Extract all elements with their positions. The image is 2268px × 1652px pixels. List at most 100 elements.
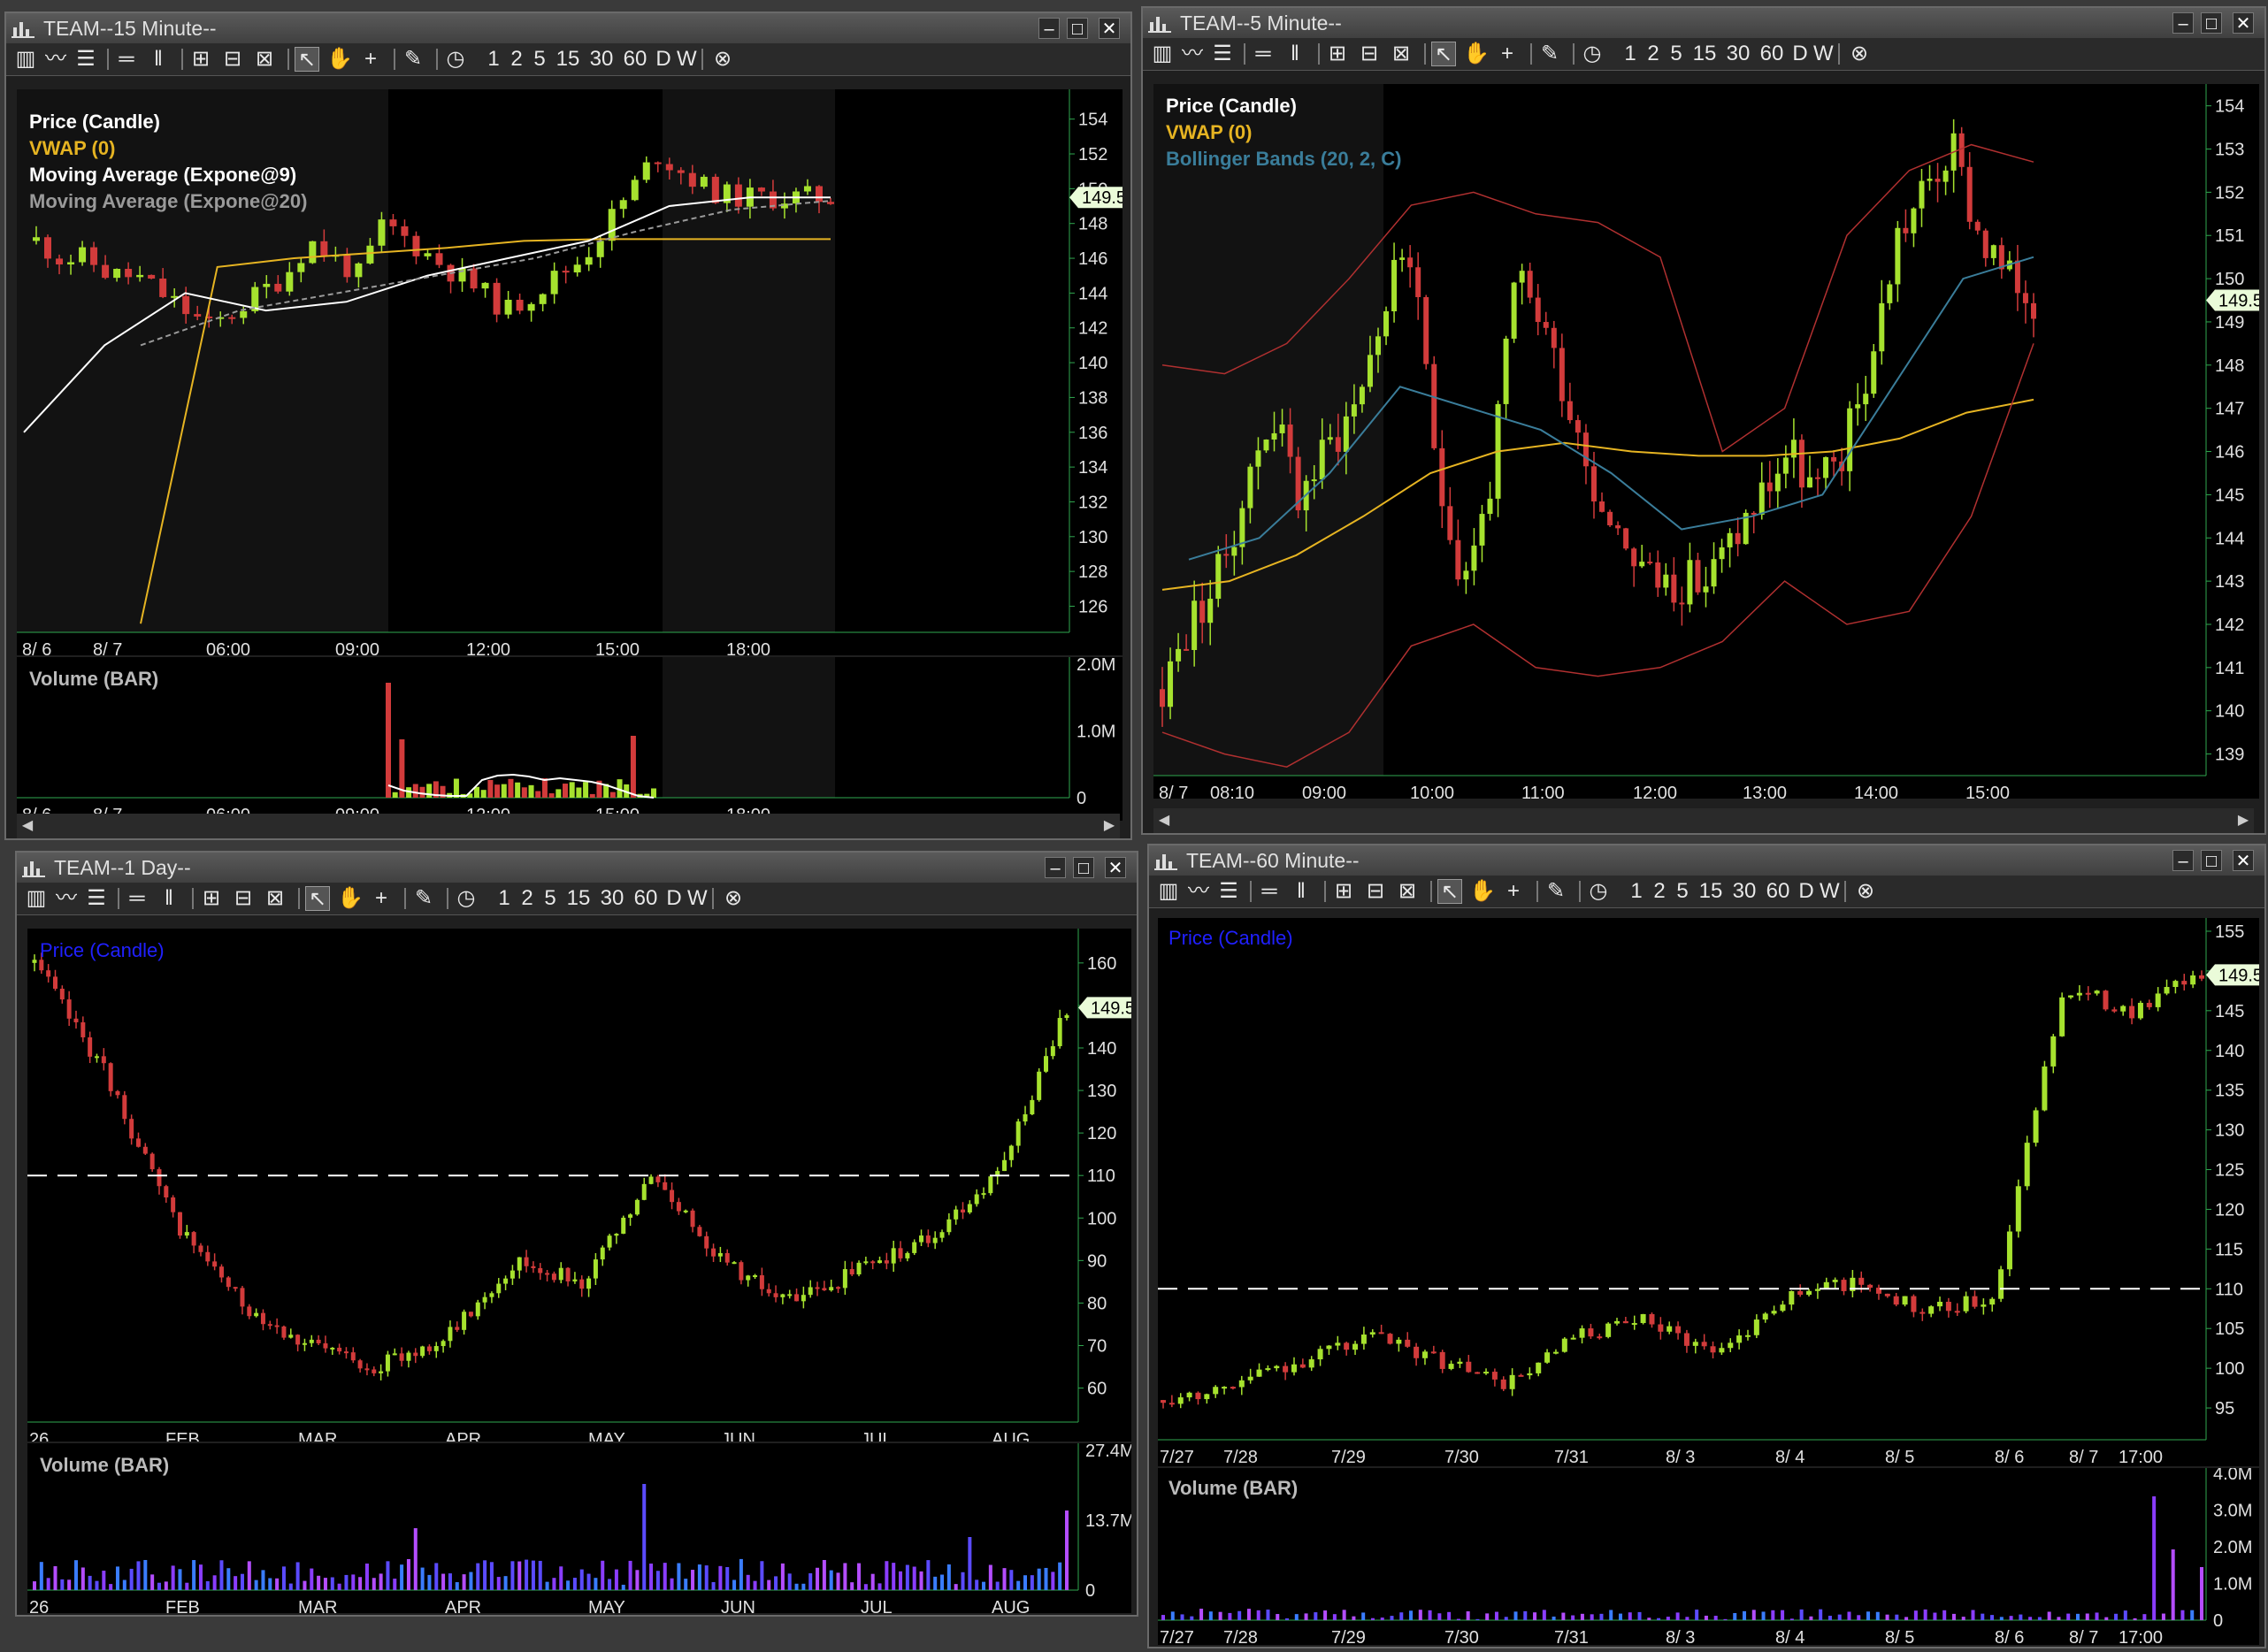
period-button-d[interactable]: D <box>1790 42 1810 66</box>
indicator-menu-icon[interactable]: ☰ <box>1216 879 1241 904</box>
maximize-button[interactable]: □ <box>2201 12 2222 34</box>
pointer-icon[interactable]: ↖ <box>1437 879 1462 904</box>
clear-icon[interactable]: ⊗ <box>721 886 746 911</box>
volume-chart[interactable]: 27.4M 13.7M 0 26 FEB MAR APR MAY JUN JUL AUG Volum… <box>27 1443 1131 1613</box>
indicator-menu-icon[interactable]: ☰ <box>84 886 109 911</box>
period-button-2[interactable]: 2 <box>1644 42 1663 66</box>
horizontal-line-icon[interactable]: ═ <box>1251 42 1276 66</box>
period-button-1[interactable]: 1 <box>494 886 514 911</box>
crosshair-icon[interactable]: + <box>1495 42 1520 66</box>
period-button-d[interactable]: D <box>1797 879 1816 904</box>
clear-icon[interactable]: ⊗ <box>1847 42 1872 66</box>
horizontal-scrollbar[interactable]: ◀ ▶ <box>1153 808 2254 833</box>
period-button-1[interactable]: 1 <box>484 47 503 72</box>
zoom-fit-icon[interactable]: ⊟ <box>220 47 245 72</box>
period-button-60[interactable]: 60 <box>631 886 661 911</box>
zoom-reset-icon[interactable]: ⊠ <box>252 47 277 72</box>
crosshair-icon[interactable]: + <box>1501 879 1526 904</box>
period-button-5[interactable]: 5 <box>1667 42 1686 66</box>
line-chart-icon[interactable]: 〰 <box>1186 879 1211 904</box>
line-chart-icon[interactable]: 〰 <box>1180 42 1205 66</box>
period-button-2[interactable]: 2 <box>1650 879 1669 904</box>
bar-chart-icon[interactable]: ▥ <box>1156 879 1181 904</box>
clock-icon[interactable]: ◷ <box>443 47 468 72</box>
price-chart[interactable]: 154 153 152 151 150 149 148 147 146 145 144 143 142 1… <box>1153 84 2259 799</box>
zoom-in-icon[interactable]: ⊞ <box>199 886 224 911</box>
period-button-60[interactable]: 60 <box>1757 42 1787 66</box>
period-button-15[interactable]: 15 <box>1696 879 1726 904</box>
indicator-menu-icon[interactable]: ☰ <box>1210 42 1235 66</box>
crosshair-icon[interactable]: + <box>369 886 394 911</box>
hand-icon[interactable]: ✋ <box>1463 42 1490 66</box>
period-button-30[interactable]: 30 <box>1729 879 1759 904</box>
clock-icon[interactable]: ◷ <box>1586 879 1611 904</box>
indicator-menu-icon[interactable]: ☰ <box>73 47 98 72</box>
bar-chart-icon[interactable]: ▥ <box>24 886 49 911</box>
period-button-1[interactable]: 1 <box>1627 879 1646 904</box>
scroll-left-icon[interactable]: ◀ <box>17 815 38 837</box>
pointer-icon[interactable]: ↖ <box>1431 42 1456 66</box>
vertical-line-icon[interactable]: ‖ <box>1283 42 1307 66</box>
hand-icon[interactable]: ✋ <box>1469 879 1496 904</box>
pen-icon[interactable]: ✎ <box>1537 42 1562 66</box>
scroll-right-icon[interactable]: ▶ <box>1099 815 1120 837</box>
scroll-left-icon[interactable]: ◀ <box>1153 810 1175 831</box>
zoom-reset-icon[interactable]: ⊠ <box>1389 42 1414 66</box>
period-button-5[interactable]: 5 <box>540 886 560 911</box>
period-button-60[interactable]: 60 <box>620 47 650 72</box>
pen-icon[interactable]: ✎ <box>401 47 425 72</box>
bar-chart-icon[interactable]: ▥ <box>1150 42 1175 66</box>
close-button[interactable]: ✕ <box>1099 18 1120 39</box>
volume-chart[interactable]: 2.0M1.0M08/ 68/ 706:0009:0012:0015:0018:… <box>17 657 1123 821</box>
zoom-reset-icon[interactable]: ⊠ <box>1395 879 1420 904</box>
clock-icon[interactable]: ◷ <box>454 886 479 911</box>
zoom-fit-icon[interactable]: ⊟ <box>1363 879 1388 904</box>
price-chart[interactable]: 155150145140135130125120115110105100957/… <box>1158 918 2259 1466</box>
horizontal-scrollbar[interactable]: ◀ ▶ <box>17 814 1120 838</box>
period-button-15[interactable]: 15 <box>563 886 594 911</box>
horizontal-line-icon[interactable]: ═ <box>114 47 139 72</box>
zoom-fit-icon[interactable]: ⊟ <box>231 886 256 911</box>
zoom-in-icon[interactable]: ⊞ <box>1331 879 1356 904</box>
window-titlebar[interactable]: TEAM--5 Minute-- – □ ✕ <box>1143 8 2264 38</box>
line-chart-icon[interactable]: 〰 <box>43 47 68 72</box>
minimize-button[interactable]: – <box>1045 857 1066 878</box>
pen-icon[interactable]: ✎ <box>1544 879 1568 904</box>
vertical-line-icon[interactable]: ‖ <box>1289 879 1314 904</box>
period-button-5[interactable]: 5 <box>1673 879 1692 904</box>
crosshair-icon[interactable]: + <box>358 47 383 72</box>
period-button-5[interactable]: 5 <box>530 47 549 72</box>
zoom-fit-icon[interactable]: ⊟ <box>1357 42 1382 66</box>
period-button-15[interactable]: 15 <box>1690 42 1720 66</box>
pointer-icon[interactable]: ↖ <box>295 47 319 72</box>
zoom-in-icon[interactable]: ⊞ <box>1325 42 1350 66</box>
pointer-icon[interactable]: ↖ <box>305 886 330 911</box>
period-button-1[interactable]: 1 <box>1621 42 1640 66</box>
period-button-d[interactable]: D <box>654 47 673 72</box>
zoom-reset-icon[interactable]: ⊠ <box>263 886 287 911</box>
period-button-2[interactable]: 2 <box>517 886 537 911</box>
price-chart[interactable]: 1541521501481461441421401381361341321301… <box>17 89 1123 655</box>
vertical-line-icon[interactable]: ‖ <box>146 47 171 72</box>
period-button-30[interactable]: 30 <box>1723 42 1753 66</box>
period-button-w[interactable]: W <box>1813 42 1834 66</box>
period-button-60[interactable]: 60 <box>1763 879 1793 904</box>
price-chart[interactable]: 1601501401301201101009080706026FEBMARAPR… <box>27 929 1131 1442</box>
pen-icon[interactable]: ✎ <box>411 886 436 911</box>
minimize-button[interactable]: – <box>1038 18 1060 39</box>
window-titlebar[interactable]: TEAM--15 Minute-- – □ ✕ <box>6 13 1130 43</box>
clock-icon[interactable]: ◷ <box>1580 42 1605 66</box>
maximize-button[interactable]: □ <box>2201 850 2222 871</box>
clear-icon[interactable]: ⊗ <box>1853 879 1878 904</box>
hand-icon[interactable]: ✋ <box>326 47 353 72</box>
close-button[interactable]: ✕ <box>1105 857 1126 878</box>
window-titlebar[interactable]: TEAM--60 Minute-- – □ ✕ <box>1149 845 2264 876</box>
maximize-button[interactable]: □ <box>1067 18 1088 39</box>
scroll-right-icon[interactable]: ▶ <box>2233 810 2254 831</box>
horizontal-line-icon[interactable]: ═ <box>125 886 149 911</box>
volume-chart[interactable]: 4.0M 3.0M 2.0M 1.0M 0 7/27 7/28 7/29 7/30 7/31 8/ … <box>1158 1468 2259 1645</box>
horizontal-line-icon[interactable]: ═ <box>1257 879 1282 904</box>
maximize-button[interactable]: □ <box>1073 857 1094 878</box>
minimize-button[interactable]: – <box>2172 850 2194 871</box>
bar-chart-icon[interactable]: ▥ <box>13 47 38 72</box>
